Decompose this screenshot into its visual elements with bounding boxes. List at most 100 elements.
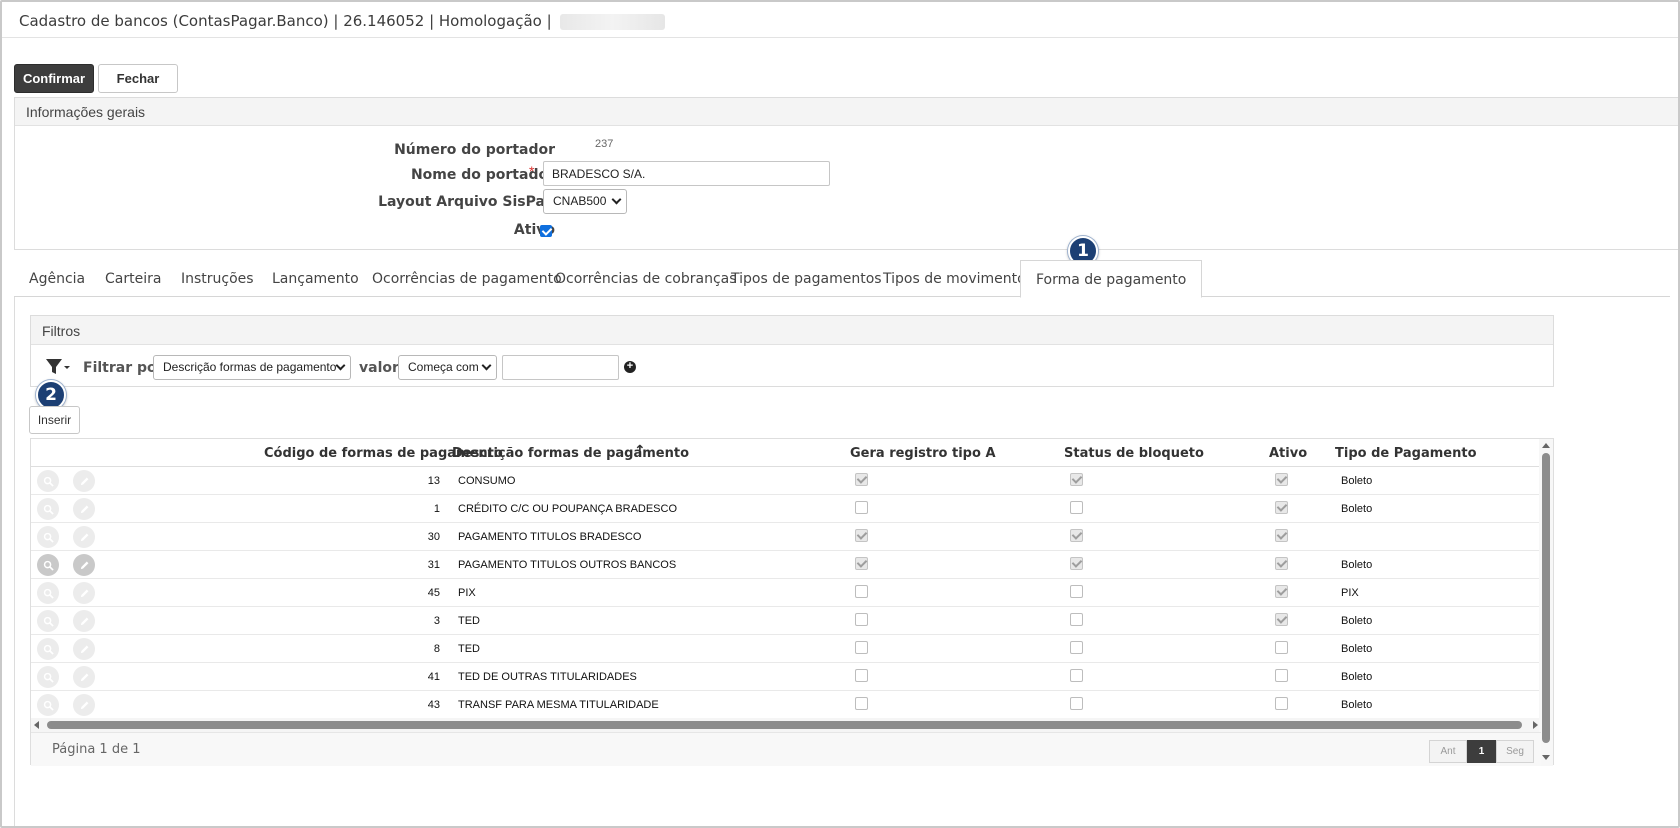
cell-codigo: 1 — [433, 503, 440, 515]
cell-descricao: TRANSF PARA MESMA TITULARIDADE — [458, 699, 659, 711]
cell-status-checkbox — [1070, 613, 1083, 626]
scroll-left-icon[interactable] — [34, 721, 39, 729]
page-1-button[interactable]: 1 — [1467, 740, 1496, 763]
view-icon[interactable] — [37, 582, 59, 604]
filter-field-select[interactable]: Descrição formas de pagamento — [153, 355, 351, 380]
view-icon[interactable] — [37, 694, 59, 716]
cell-status-checkbox — [1070, 529, 1083, 542]
chevron-down-icon — [611, 194, 622, 205]
cell-status-checkbox — [1070, 501, 1083, 514]
table-row[interactable]: 30 PAGAMENTO TITULOS BRADESCO — [31, 523, 1541, 551]
vertical-scroll-thumb[interactable] — [1542, 453, 1550, 743]
view-icon[interactable] — [37, 526, 59, 548]
cell-descricao: CRÉDITO C/C OU POUPANÇA BRADESCO — [458, 503, 678, 515]
tab-carteira[interactable]: Carteira — [105, 260, 161, 297]
ativo-checkbox[interactable] — [540, 225, 552, 237]
cell-ativo-checkbox — [1275, 669, 1288, 682]
tab-tipos-pagamentos[interactable]: Tipos de pagamentos — [731, 260, 882, 297]
col-gera-registro[interactable]: Gera registro tipo A — [850, 446, 996, 461]
next-page-button[interactable]: Seg — [1496, 740, 1534, 763]
edit-icon[interactable] — [73, 638, 95, 660]
nome-portador-input[interactable] — [543, 161, 830, 186]
tab-ocorrencias-cobrancas[interactable]: Ocorrências de cobranças — [555, 260, 737, 297]
edit-icon[interactable] — [73, 554, 95, 576]
view-icon[interactable] — [37, 638, 59, 660]
edit-icon[interactable] — [73, 610, 95, 632]
cell-ativo-checkbox — [1275, 529, 1288, 542]
cell-descricao: TED DE OUTRAS TITULARIDADES — [458, 671, 637, 683]
prev-page-button[interactable]: Ant — [1429, 740, 1467, 763]
view-icon[interactable] — [37, 610, 59, 632]
tab-instrucoes[interactable]: Instruções — [181, 260, 254, 297]
scroll-down-icon[interactable] — [1542, 755, 1550, 760]
view-icon[interactable] — [37, 498, 59, 520]
cell-tipo: Boleto — [1341, 475, 1373, 487]
close-button[interactable]: Fechar — [98, 64, 178, 93]
tab-ocorrencias-pagamento[interactable]: Ocorrências de pagamento — [372, 260, 562, 297]
cell-tipo: Boleto — [1341, 699, 1373, 711]
table-row[interactable]: 31 PAGAMENTO TITULOS OUTROS BANCOS Boleto — [31, 551, 1541, 579]
col-status-bloqueto[interactable]: Status de bloqueto — [1064, 446, 1204, 461]
cell-status-checkbox — [1070, 557, 1083, 570]
grid-header: Código de formas de pagamento Descrição … — [31, 439, 1541, 467]
cell-gera-checkbox — [855, 529, 868, 542]
layout-sispag-label: Layout Arquivo SisPag — [378, 194, 555, 210]
cell-gera-checkbox — [855, 473, 868, 486]
confirm-button[interactable]: Confirmar — [14, 64, 94, 93]
edit-icon[interactable] — [73, 694, 95, 716]
table-row[interactable]: 43 TRANSF PARA MESMA TITULARIDADE Boleto — [31, 691, 1541, 719]
edit-icon[interactable] — [73, 666, 95, 688]
edit-icon[interactable] — [73, 526, 95, 548]
cell-descricao: PAGAMENTO TITULOS BRADESCO — [458, 531, 642, 543]
cell-ativo-checkbox — [1275, 641, 1288, 654]
cell-gera-checkbox — [855, 585, 868, 598]
view-icon[interactable] — [37, 554, 59, 576]
cell-descricao: CONSUMO — [458, 475, 516, 487]
tab-agencia[interactable]: Agência — [29, 260, 85, 297]
scroll-up-icon[interactable] — [1542, 443, 1550, 448]
col-descricao[interactable]: Descrição formas de pagamento — [452, 446, 689, 461]
filter-row: Filtrar por Descrição formas de pagament… — [45, 355, 1545, 381]
insert-button[interactable]: Inserir — [29, 406, 80, 434]
filter-operator-value: Começa com — [408, 360, 479, 374]
payment-forms-grid: Código de formas de pagamento Descrição … — [30, 438, 1554, 766]
table-row[interactable]: 41 TED DE OUTRAS TITULARIDADES Boleto — [31, 663, 1541, 691]
tab-lancamento[interactable]: Lançamento — [272, 260, 359, 297]
vertical-scrollbar[interactable] — [1539, 439, 1553, 766]
layout-sispag-value: CNAB500 — [553, 194, 607, 208]
cell-codigo: 41 — [427, 671, 440, 683]
horizontal-scroll-thumb[interactable] — [47, 721, 1522, 729]
cell-codigo: 31 — [427, 559, 440, 571]
horizontal-scrollbar[interactable] — [31, 718, 1541, 732]
table-row[interactable]: 1 CRÉDITO C/C OU POUPANÇA BRADESCO Boleto — [31, 495, 1541, 523]
view-icon[interactable] — [37, 470, 59, 492]
scroll-right-icon[interactable] — [1533, 721, 1538, 729]
view-icon[interactable] — [37, 666, 59, 688]
edit-icon[interactable] — [73, 582, 95, 604]
cell-descricao: PAGAMENTO TITULOS OUTROS BANCOS — [458, 559, 677, 571]
tab-tipos-movimentos[interactable]: Tipos de movimentos — [883, 260, 1033, 297]
add-filter-icon[interactable]: + — [624, 361, 636, 373]
col-ativo[interactable]: Ativo — [1269, 446, 1307, 461]
table-row[interactable]: 8 TED Boleto — [31, 635, 1541, 663]
edit-icon[interactable] — [73, 498, 95, 520]
filter-value-input[interactable] — [502, 355, 619, 380]
cell-ativo-checkbox — [1275, 697, 1288, 710]
table-row[interactable]: 3 TED Boleto — [31, 607, 1541, 635]
cell-descricao: TED — [458, 615, 480, 627]
cell-gera-checkbox — [855, 557, 868, 570]
filter-operator-select[interactable]: Começa com — [398, 355, 497, 380]
filter-by-label: Filtrar por — [83, 360, 164, 376]
general-info-panel: Informações gerais Número do portador 23… — [14, 97, 1678, 250]
table-row[interactable]: 13 CONSUMO Boleto — [31, 467, 1541, 495]
layout-sispag-select[interactable]: CNAB500 — [543, 189, 627, 214]
cell-ativo-checkbox — [1275, 501, 1288, 514]
numero-portador-row: Número do portador 237 — [15, 138, 1675, 162]
table-row[interactable]: 45 PIX PIX — [31, 579, 1541, 607]
layout-sispag-row: Layout Arquivo SisPag CNAB500 — [15, 189, 1675, 214]
filters-header: Filtros — [31, 316, 1553, 345]
col-tipo-pagamento[interactable]: Tipo de Pagamento — [1335, 446, 1477, 461]
filter-icon[interactable] — [45, 357, 71, 380]
edit-icon[interactable] — [73, 470, 95, 492]
tab-forma-pagamento[interactable]: Forma de pagamento — [1020, 260, 1203, 298]
